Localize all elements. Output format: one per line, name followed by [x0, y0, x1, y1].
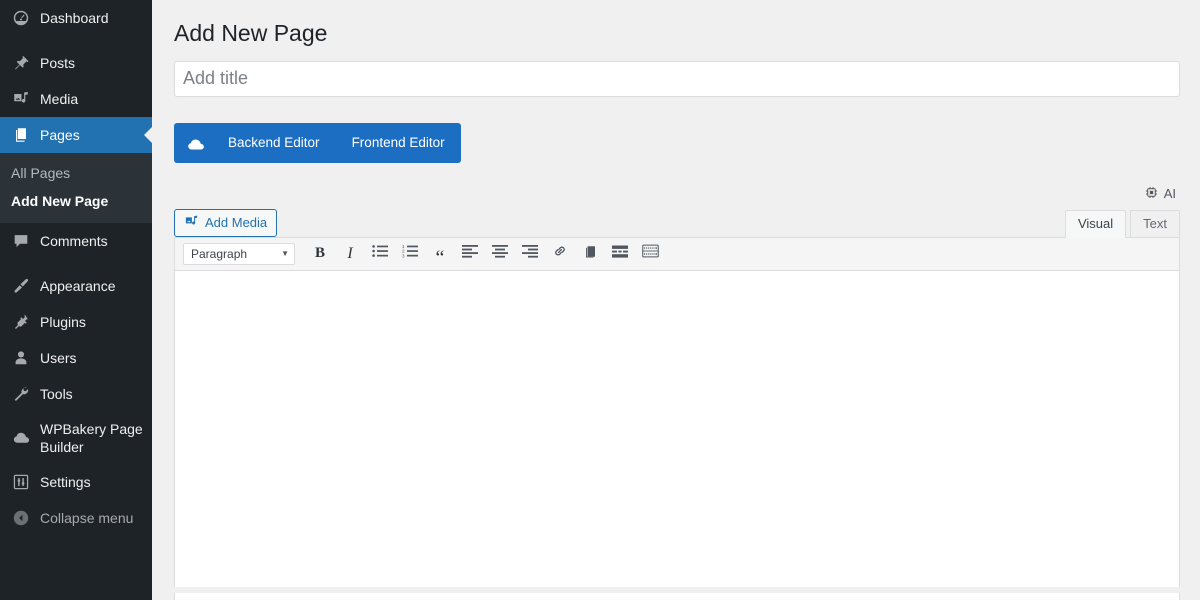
- page-title: Add New Page: [174, 20, 328, 46]
- dashboard-icon: [11, 8, 31, 28]
- svg-text:3: 3: [402, 254, 405, 259]
- sidebar-item-media[interactable]: Media: [0, 81, 152, 117]
- blockquote-icon: “: [435, 246, 445, 269]
- editor-container: Add Media Visual Text Paragraph ▼ B I 1 …: [174, 207, 1180, 587]
- pages-submenu: All Pages Add New Page: [0, 153, 152, 223]
- sidebar-item-label: Plugins: [40, 314, 86, 330]
- sidebar-item-plugins[interactable]: Plugins: [0, 304, 152, 340]
- sidebar-item-label: Pages: [40, 127, 80, 143]
- admin-sidebar: Dashboard Posts Media Pages All Pages Ad…: [0, 0, 152, 600]
- read-more-button[interactable]: [575, 241, 605, 267]
- sidebar-item-label: Media: [40, 91, 79, 107]
- tab-visual[interactable]: Visual: [1064, 209, 1127, 238]
- main-content: Add New Page Backend Editor Frontend Edi…: [152, 0, 1200, 600]
- sidebar-item-pages[interactable]: Pages: [0, 117, 152, 153]
- settings-sliders-icon: [11, 472, 31, 492]
- numbered-list-icon: 1 2 3: [402, 244, 418, 263]
- italic-button[interactable]: I: [335, 241, 365, 267]
- align-right-button[interactable]: [515, 241, 545, 267]
- editor-content-area[interactable]: [175, 270, 1179, 587]
- menu-separator: [0, 36, 152, 45]
- vc-editor-switch: Backend Editor Frontend Editor: [174, 122, 461, 163]
- paragraph-format-value: Paragraph: [191, 246, 248, 261]
- submenu-item-label: Add New Page: [11, 193, 109, 209]
- blockquote-button[interactable]: “: [425, 241, 455, 269]
- submenu-item-label: All Pages: [11, 165, 71, 181]
- page-break-icon: [612, 245, 628, 263]
- pages-icon: [11, 125, 31, 145]
- collapse-arrow-icon: [11, 508, 31, 528]
- wpbakery-cloud-icon: [11, 428, 31, 448]
- insert-link-button[interactable]: [545, 241, 575, 267]
- bold-button[interactable]: B: [305, 241, 335, 267]
- tab-text[interactable]: Text: [1130, 209, 1180, 238]
- sidebar-item-users[interactable]: Users: [0, 340, 152, 376]
- bulleted-list-button[interactable]: [365, 241, 395, 267]
- sidebar-item-comments[interactable]: Comments: [0, 223, 152, 259]
- collapse-menu-button[interactable]: Collapse menu: [0, 500, 152, 536]
- page-break-button[interactable]: [605, 241, 635, 267]
- sidebar-item-label: Posts: [40, 55, 76, 71]
- bulleted-list-icon: [372, 244, 388, 263]
- align-left-button[interactable]: [455, 241, 485, 267]
- sidebar-item-label: Dashboard: [40, 10, 109, 26]
- menu-separator: [0, 259, 152, 268]
- ai-badge-row: AI: [174, 183, 1180, 205]
- add-media-label: Add Media: [205, 215, 268, 231]
- numbered-list-button[interactable]: 1 2 3: [395, 241, 425, 267]
- plugins-plug-icon: [11, 312, 31, 332]
- media-icon: [11, 89, 31, 109]
- sidebar-item-dashboard[interactable]: Dashboard: [0, 0, 152, 36]
- ai-label: AI: [1163, 186, 1176, 202]
- pin-icon: [11, 53, 31, 73]
- backend-editor-button[interactable]: Backend Editor: [212, 123, 336, 163]
- sidebar-item-label: WPBakery Page Builder: [40, 421, 143, 455]
- title-input[interactable]: [174, 60, 1180, 97]
- sidebar-item-appearance[interactable]: Appearance: [0, 268, 152, 304]
- sidebar-item-add-new-page[interactable]: Add New Page: [0, 187, 152, 215]
- appearance-brush-icon: [11, 276, 31, 296]
- read-more-icon: [583, 244, 598, 264]
- sidebar-item-label: Appearance: [40, 278, 116, 294]
- ai-button[interactable]: AI: [1144, 185, 1176, 203]
- sidebar-item-settings[interactable]: Settings: [0, 464, 152, 500]
- editor-box: Paragraph ▼ B I 1 2 3 “: [174, 236, 1180, 587]
- editor-header-row: Add Media Visual Text: [174, 207, 1180, 238]
- keyboard-icon: [641, 244, 659, 263]
- add-media-button[interactable]: Add Media: [174, 208, 278, 237]
- sidebar-item-label: Comments: [40, 233, 108, 249]
- align-center-button[interactable]: [485, 241, 515, 267]
- paragraph-format-select[interactable]: Paragraph ▼: [183, 242, 295, 265]
- editor-switch-container: Backend Editor Frontend Editor: [174, 122, 1180, 163]
- align-right-icon: [522, 244, 538, 263]
- editor-mode-tabs: Visual Text: [1061, 209, 1180, 238]
- sidebar-item-tools[interactable]: Tools: [0, 376, 152, 412]
- keyboard-shortcuts-button[interactable]: [635, 241, 665, 267]
- tools-wrench-icon: [11, 384, 31, 404]
- sidebar-item-wpbakery-page-builder[interactable]: WPBakery Page Builder: [0, 412, 152, 464]
- frontend-editor-button[interactable]: Frontend Editor: [336, 123, 461, 163]
- sidebar-item-posts[interactable]: Posts: [0, 45, 152, 81]
- cpu-chip-icon: [1144, 185, 1159, 203]
- sidebar-item-label: Tools: [40, 386, 73, 402]
- editor-bottom-extension: [174, 593, 1180, 600]
- sidebar-item-label: Settings: [40, 474, 91, 490]
- wpbakery-cloud-icon: [174, 123, 212, 163]
- align-center-icon: [492, 244, 508, 263]
- collapse-menu-label: Collapse menu: [40, 510, 134, 526]
- comments-icon: [11, 231, 31, 251]
- editor-toolbar: Paragraph ▼ B I 1 2 3 “: [175, 237, 1179, 271]
- chevron-down-icon: ▼: [281, 249, 289, 259]
- media-icon: [184, 214, 199, 232]
- link-icon: [552, 243, 568, 264]
- users-icon: [11, 348, 31, 368]
- sidebar-item-all-pages[interactable]: All Pages: [0, 159, 152, 187]
- align-left-icon: [462, 244, 478, 263]
- sidebar-item-label: Users: [40, 350, 77, 366]
- wordpress-admin-screen: Dashboard Posts Media Pages All Pages Ad…: [0, 0, 1200, 600]
